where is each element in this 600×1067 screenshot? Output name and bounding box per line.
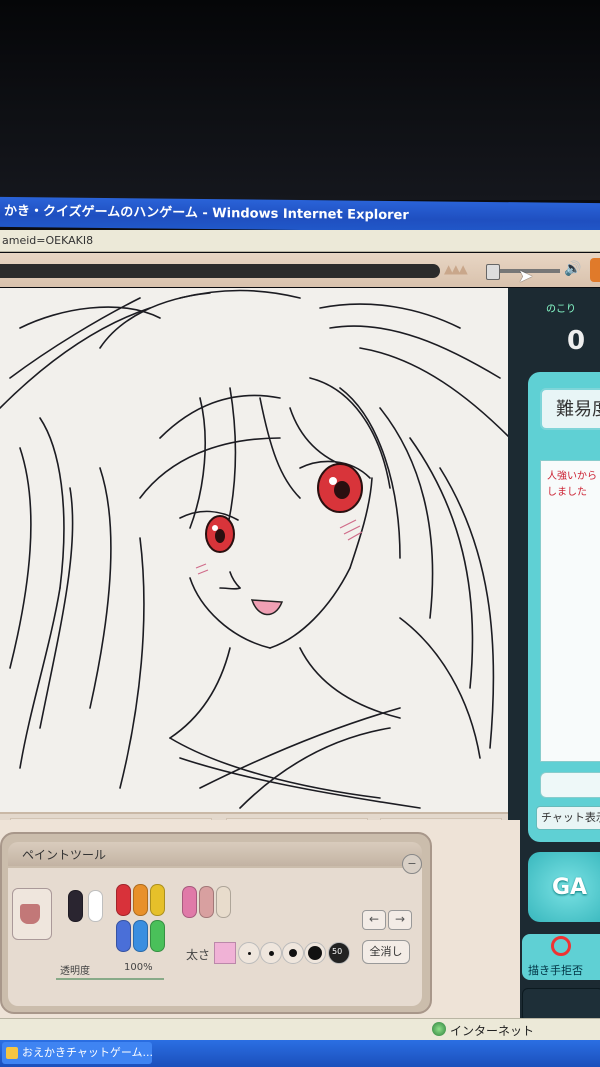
pen-color-blue[interactable]	[116, 920, 131, 952]
chat-message: 人強いから	[547, 471, 597, 482]
brush-size-preview	[214, 942, 236, 964]
window-title: かき・クイズゲームのハンゲーム - Windows Internet Explo…	[0, 196, 600, 234]
monitor-bezel	[0, 0, 600, 200]
pen-color-green[interactable]	[150, 920, 165, 952]
volume-slider-thumb[interactable]	[486, 264, 500, 280]
pen-color-pink[interactable]	[182, 886, 197, 918]
pen-color-yellow[interactable]	[150, 884, 165, 916]
pen-color-red[interactable]	[116, 884, 131, 916]
security-zone-label: インターネット	[450, 1024, 535, 1038]
decoration-pattern-icon: ▲▲▲	[444, 262, 468, 276]
sidebar-bottom-panel	[522, 988, 600, 1022]
remaining-count: 0	[567, 326, 586, 356]
pen-color-lightblue[interactable]	[133, 920, 148, 952]
difficulty-title: 難易度	[556, 399, 600, 420]
address-bar[interactable]: ameid=OEKAKI8	[0, 230, 600, 252]
brush-size-label: 太さ	[186, 948, 211, 962]
brush-size-3[interactable]	[282, 942, 304, 964]
paint-tool-body	[8, 868, 422, 1006]
brush-size-50-label: 50	[332, 947, 343, 956]
time-progress-bar	[0, 264, 440, 278]
pen-color-black[interactable]	[68, 890, 83, 922]
opacity-label: 透明度	[60, 966, 90, 977]
drawing-canvas[interactable]	[0, 288, 520, 818]
speaker-icon[interactable]: 🔊	[564, 261, 581, 277]
chat-log[interactable]: 人強いから しました	[540, 460, 600, 762]
internet-globe-icon	[432, 1022, 446, 1036]
brush-size-50[interactable]: 50	[328, 942, 350, 964]
anime-girl-sketch-drawing	[0, 289, 511, 809]
game-top-bar: ▲▲▲ 🔊 ➤	[0, 253, 600, 287]
pen-color-rose[interactable]	[199, 886, 214, 918]
paint-bucket-icon	[20, 904, 40, 924]
brush-size-2[interactable]	[260, 942, 282, 964]
taskbar-window-button[interactable]: おえかきチャットゲーム...	[2, 1042, 152, 1064]
undo-button[interactable]: ←	[362, 910, 386, 930]
opacity-slider[interactable]	[56, 978, 164, 980]
opacity-value: 100%	[124, 962, 153, 973]
prohibited-icon	[551, 936, 571, 956]
minimize-icon[interactable]: −	[402, 854, 422, 874]
pen-color-orange[interactable]	[133, 884, 148, 916]
refuse-drawer-label: 描き手拒否	[528, 964, 583, 977]
brush-size-1[interactable]	[238, 942, 260, 964]
paint-tool-title: ペイントツール	[22, 848, 107, 862]
brush-size-4[interactable]	[304, 942, 326, 964]
clear-all-button[interactable]: 全消し	[362, 940, 410, 964]
pen-color-beige[interactable]	[216, 886, 231, 918]
chat-display-button[interactable]: チャット表示	[536, 806, 600, 830]
pen-color-white[interactable]	[88, 890, 103, 922]
ie-window-icon	[6, 1047, 18, 1059]
tongue-shape	[250, 599, 284, 616]
menu-button[interactable]	[590, 258, 600, 282]
game-action-label: GA	[552, 875, 588, 900]
chat-message: しました	[547, 487, 587, 498]
chat-input[interactable]	[540, 772, 600, 798]
redo-button[interactable]: →	[388, 910, 412, 930]
mouse-cursor-icon: ➤	[518, 266, 534, 287]
remaining-label: のこり	[546, 304, 576, 315]
